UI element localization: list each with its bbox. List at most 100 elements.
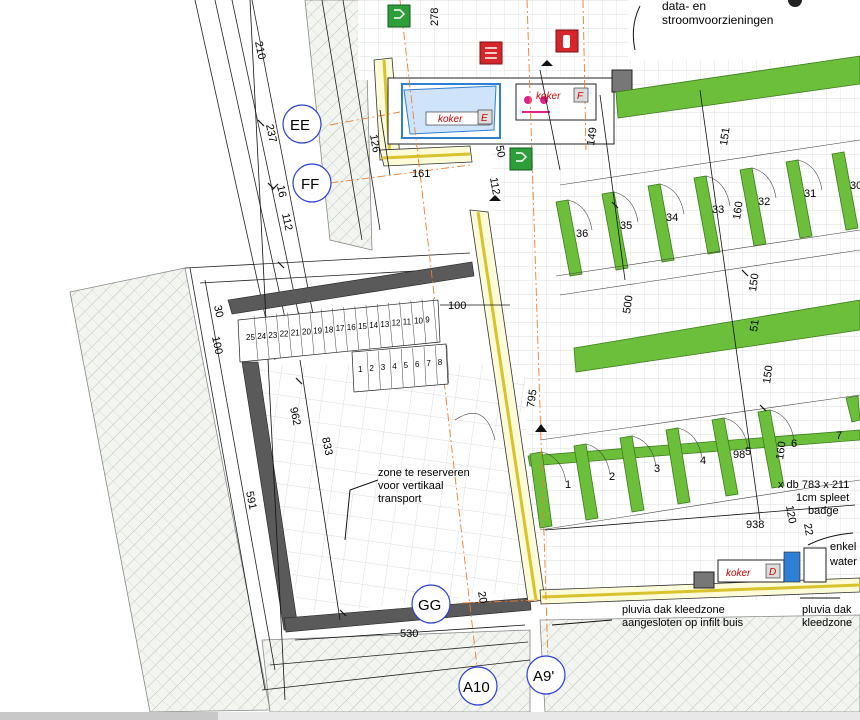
stair-step-number: 1 (358, 365, 363, 374)
dim-50: 50 (493, 144, 507, 158)
note-zone-2: voor vertikaal (378, 480, 443, 492)
dim-30: 30 (211, 304, 225, 318)
stair-step-number: 2 (369, 364, 374, 373)
exterior-hatch-bottom (539, 614, 860, 713)
grid-label-gg: GG (418, 597, 441, 614)
exit-sign-icon-2 (509, 147, 533, 171)
grid-label-a10: A10 (463, 679, 490, 696)
dim-149: 149 (585, 127, 599, 147)
grid-label-ee: EE (290, 117, 310, 134)
dim-100b: 100 (209, 335, 225, 355)
stair-step-number: 7 (426, 359, 431, 368)
shaft-e-letter: E (481, 113, 488, 124)
stall-number: 36 (576, 228, 588, 240)
note-zone-3: transport (378, 493, 421, 505)
shaft-f-koker: koker (536, 91, 561, 102)
stair-step-number: 24 (257, 332, 266, 341)
dim-112a: 112 (487, 176, 502, 195)
dim-795: 795 (525, 389, 539, 409)
stair-step-number: 6 (415, 360, 420, 369)
stair-step-number: 23 (268, 331, 277, 340)
shaft-e-koker: koker (438, 114, 463, 125)
stair-step-number: 11 (403, 318, 412, 327)
stair-step-number: 19 (313, 326, 322, 335)
dim-22: 22 (801, 522, 815, 536)
horizontal-scrollbar[interactable] (0, 712, 860, 720)
stair-step-number: 5 (404, 361, 409, 370)
note-pluvia-4: kleedzone (802, 617, 852, 629)
note-zone-1: zone te reserveren (378, 467, 470, 479)
fire-extinguisher-sign-icon (555, 29, 579, 53)
stair-step-number: 16 (347, 323, 356, 332)
dim-112b: 112 (279, 212, 294, 232)
note-pluvia-1: pluvia dak kleedzone (622, 604, 725, 616)
stair-step-number: 13 (380, 320, 389, 329)
stair-step-number: 3 (381, 363, 386, 372)
stair-step-number: 10 (414, 317, 423, 326)
dim-278: 278 (429, 8, 441, 26)
scrollbar-thumb[interactable] (0, 712, 218, 720)
dim-161: 161 (412, 168, 430, 180)
note-enkel-1: enkel (830, 541, 856, 553)
dim-938: 938 (746, 519, 764, 531)
stall-number: 6 (791, 438, 797, 450)
stair-step-number: 21 (291, 329, 300, 338)
dim-210: 210 (252, 40, 268, 60)
stair-step-number: 14 (369, 321, 378, 330)
dim-530: 530 (400, 628, 418, 640)
stair-step-number: 25 (246, 333, 255, 342)
dim-150a: 150 (747, 273, 761, 293)
floorplan-drawing: EE FF GG A10 A9' 210 278 237 126 161 50 … (69, 0, 860, 713)
grid-label-a9p: A9' (533, 668, 554, 685)
stall-number: 31 (804, 188, 816, 200)
stair-step-number: 17 (336, 324, 345, 333)
note-data-1: data- en (662, 0, 706, 13)
stair-step-number: 18 (324, 325, 333, 334)
note-data-2: stroomvoorzieningen (662, 13, 773, 27)
dim-151: 151 (718, 127, 732, 147)
stall-number: 34 (666, 212, 678, 224)
note-enkel-2: water (829, 556, 857, 568)
shaft-d-letter: D (769, 567, 776, 578)
stair-step-number: 9 (425, 315, 430, 324)
stall-number: 3 (654, 463, 660, 475)
shaft-d-koker: koker (726, 568, 751, 579)
shaft-f-letter: F (577, 91, 584, 102)
dim-150b: 150 (761, 365, 775, 385)
dim-20: 20 (475, 590, 489, 604)
stall-number: 32 (758, 196, 770, 208)
stall-number: 1 (565, 479, 571, 491)
note-db-3: badge (808, 505, 839, 517)
stall-number: 5 (745, 446, 751, 458)
stair-step-number: 22 (280, 330, 289, 339)
dim-51: 51 (748, 319, 762, 333)
dim-100a: 100 (448, 300, 466, 312)
dim-16: 16 (274, 184, 288, 198)
stall-number: 4 (700, 455, 706, 467)
stair-step-number: 15 (358, 322, 367, 331)
exit-sign-icon (387, 4, 411, 28)
dim-591: 591 (243, 490, 259, 510)
note-pluvia-3: pluvia dak (802, 604, 852, 616)
stair-step-number: 20 (302, 328, 311, 337)
note-db-2: 1cm spleet (796, 492, 849, 504)
dim-237: 237 (263, 123, 279, 143)
stair-step-number: 8 (438, 358, 443, 367)
stall-number: 2 (609, 471, 615, 483)
note-pluvia-2: aangesloten op infilt buis (622, 617, 744, 629)
dim-160b: 160 (774, 441, 788, 461)
stall-number: 7 (836, 430, 842, 442)
stall-number: 33 (712, 204, 724, 216)
fire-hose-sign-icon (479, 41, 503, 65)
grid-label-ff: FF (301, 176, 319, 193)
stair-step-number: 4 (392, 362, 397, 371)
dim-160a: 160 (731, 201, 745, 221)
stair-step-number: 12 (392, 319, 401, 328)
stall-number: 35 (620, 220, 632, 232)
stall-number: 30 (850, 180, 860, 192)
note-db-1: x db 783 x 211 (778, 479, 849, 491)
dim-98: 98 (733, 449, 745, 461)
floorplan-viewport[interactable]: EE FF GG A10 A9' 210 278 237 126 161 50 … (0, 0, 860, 720)
stair-lower-box (351, 343, 449, 393)
dim-500: 500 (621, 295, 635, 315)
